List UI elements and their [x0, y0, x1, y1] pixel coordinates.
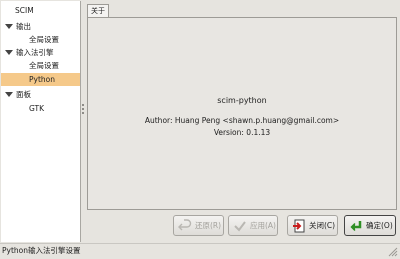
exit-door-icon [293, 219, 305, 233]
check-icon [234, 221, 246, 232]
close-button[interactable]: 关闭(C) [287, 215, 338, 236]
splitter-grip-dot [82, 104, 84, 106]
settings-tree[interactable]: SCIM 输出 全局设置 输入法引擎 全局设置 Python 面板 GTK [1, 1, 81, 242]
restore-button[interactable]: 还原(R) [173, 215, 224, 236]
about-author: Author: Huang Peng <shawn.p.huang@gmail.… [144, 116, 340, 125]
resize-grip-icon[interactable] [388, 247, 398, 257]
tree-item-scim[interactable]: SCIM [1, 4, 80, 17]
tree-item-panel[interactable]: 面板 [1, 88, 80, 101]
tree-item-label: 输出 [16, 22, 31, 31]
status-bar: Python输入法引擎设置 [0, 243, 400, 259]
pane-splitter[interactable] [80, 1, 86, 242]
status-text: Python输入法引擎设置 [2, 246, 81, 255]
about-version: Version: 0.1.13 [213, 128, 271, 137]
tree-item-gtk[interactable]: GTK [1, 102, 80, 115]
splitter-grip-dot [82, 112, 84, 114]
enter-arrow-icon [350, 221, 362, 232]
tree-item-label: SCIM [15, 6, 34, 15]
about-page: scim-python Author: Huang Peng <shawn.p.… [87, 17, 397, 210]
close-button-label: 关闭(C) [309, 221, 336, 230]
tab-about[interactable]: 关于 [87, 4, 109, 18]
expander-down-icon[interactable] [5, 24, 13, 29]
expander-down-icon[interactable] [5, 50, 13, 55]
ok-button-label: 确定(O) [366, 221, 393, 230]
tree-item-label: 面板 [16, 90, 31, 99]
apply-button[interactable]: 应用(A) [228, 215, 278, 236]
about-app-name: scim-python [217, 96, 267, 105]
tree-item-label: 全局设置 [29, 35, 59, 44]
tree-item-output-global[interactable]: 全局设置 [1, 33, 80, 46]
tab-label: 关于 [91, 7, 105, 15]
apply-button-label: 应用(A) [250, 221, 276, 230]
expander-down-icon[interactable] [5, 92, 13, 97]
tree-item-label: 全局设置 [29, 61, 59, 70]
tree-item-imengine-global[interactable]: 全局设置 [1, 59, 80, 72]
ok-button[interactable]: 确定(O) [344, 215, 396, 236]
splitter-grip-dot [82, 108, 84, 110]
tree-item-python[interactable]: Python [1, 73, 80, 86]
tree-item-imengine[interactable]: 输入法引擎 [1, 46, 80, 59]
tree-item-output[interactable]: 输出 [1, 20, 80, 33]
restore-button-label: 还原(R) [195, 221, 222, 230]
scim-setup-window: SCIM 输出 全局设置 输入法引擎 全局设置 Python 面板 GTK 关于… [0, 0, 400, 259]
tree-item-label: GTK [29, 104, 45, 113]
undo-icon [178, 219, 192, 231]
tree-item-label: Python [29, 75, 55, 84]
tree-item-label: 输入法引擎 [16, 48, 54, 57]
